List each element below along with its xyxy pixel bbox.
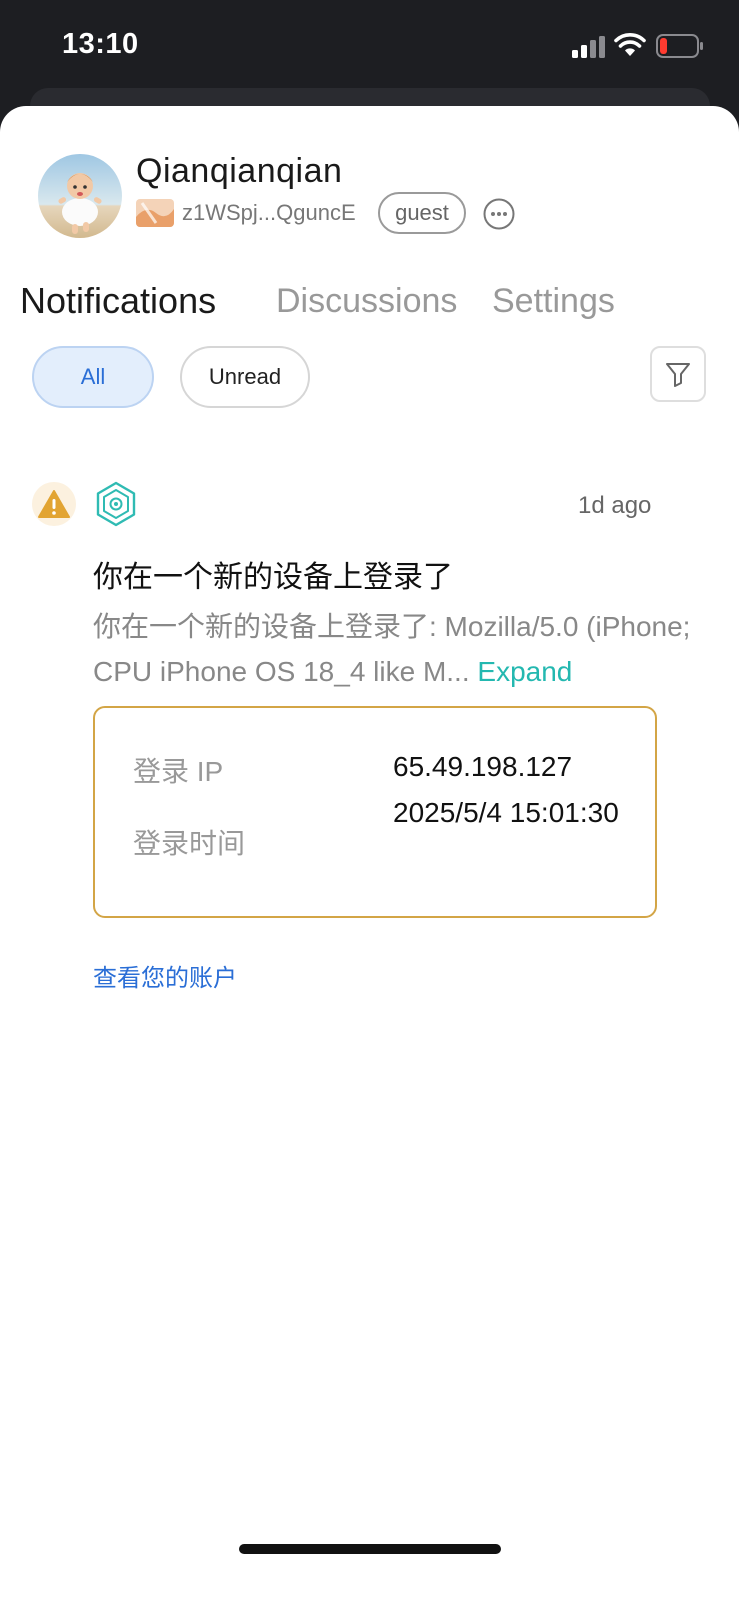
hex-gear-icon xyxy=(96,481,136,527)
tab-settings[interactable]: Settings xyxy=(492,282,615,321)
login-time-label: 登录时间 xyxy=(133,828,246,859)
filter-button[interactable] xyxy=(650,346,706,402)
tab-discussions[interactable]: Discussions xyxy=(276,282,457,321)
wifi-icon xyxy=(614,33,646,56)
home-indicator xyxy=(239,1544,501,1554)
status-bar: 13:10 xyxy=(0,0,739,100)
login-details-box: 登录 IP 65.49.198.127 登录时间 2025/5/4 15:01:… xyxy=(93,706,657,918)
login-ip-label: 登录 IP xyxy=(133,756,224,787)
funnel-icon xyxy=(666,363,690,387)
signal-icon xyxy=(572,36,605,58)
status-time: 13:10 xyxy=(62,28,139,60)
expand-link[interactable]: Expand xyxy=(477,656,572,687)
avatar[interactable] xyxy=(38,154,122,238)
role-badge: guest xyxy=(378,192,466,234)
warning-icon xyxy=(38,490,70,518)
tab-notifications[interactable]: Notifications xyxy=(20,280,216,322)
notification-title: 你在一个新的设备上登录了 xyxy=(93,561,453,594)
warning-badge xyxy=(32,482,76,526)
login-time-value: 2025/5/4 15:01:30 xyxy=(393,797,619,828)
notifications-sheet: Qianqianqian z1WSpj...QguncE guest Notif… xyxy=(0,106,739,1600)
notification-body-text: 你在一个新的设备上登录了: Mozilla/5.0 (iPhone; CPU i… xyxy=(93,611,691,687)
address-avatar-icon xyxy=(136,199,174,227)
login-ip-value: 65.49.198.127 xyxy=(393,751,573,782)
view-account-link[interactable]: 查看您的账户 xyxy=(93,958,237,993)
more-horizontal-icon[interactable] xyxy=(483,198,515,230)
notification-body: 你在一个新的设备上登录了: Mozilla/5.0 (iPhone; CPU i… xyxy=(93,604,693,694)
filter-unread-button[interactable]: Unread xyxy=(180,346,310,408)
battery-low-icon xyxy=(656,34,703,58)
notification-time: 1d ago xyxy=(578,492,652,519)
profile-name: Qianqianqian xyxy=(136,152,343,190)
filter-all-button[interactable]: All xyxy=(32,346,154,408)
wallet-address[interactable]: z1WSpj...QguncE xyxy=(182,200,356,226)
